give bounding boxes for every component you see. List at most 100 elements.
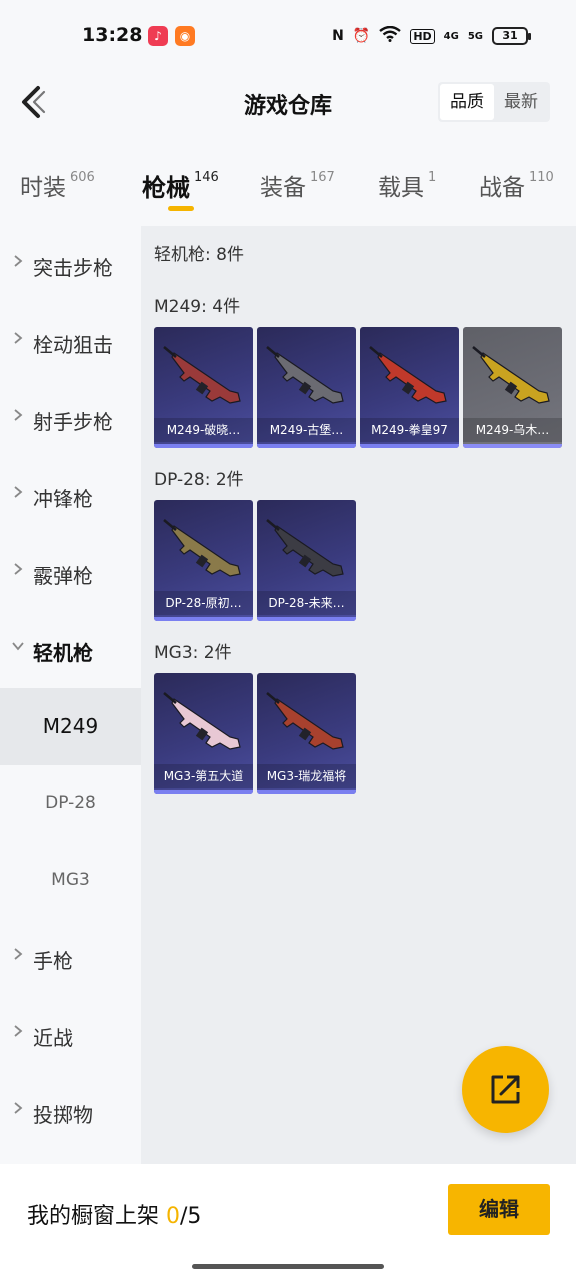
item-card-label: MG3-瑞龙福将 (257, 764, 356, 788)
chevron-right-icon (14, 948, 23, 960)
item-card-label: DP-28-未来… (257, 591, 356, 615)
item-card[interactable]: M249-拳皇97 (360, 327, 459, 448)
lmg-icon (266, 692, 344, 750)
gun-barrel (369, 346, 383, 358)
item-card[interactable]: M249-古堡… (257, 327, 356, 448)
sidebar-item-pistol[interactable]: 手枪 (0, 919, 141, 996)
gun-body (377, 352, 447, 404)
tab-battle-gear[interactable]: 战备 110 (479, 168, 554, 202)
sidebar-item-assault-rifle[interactable]: 突击步枪 (0, 226, 141, 303)
lmg-icon (163, 346, 241, 404)
sidebar-item-bolt-sniper[interactable]: 栓动狙击 (0, 303, 141, 380)
sidebar: 突击步枪 栓动狙击 射手步枪 冲锋枪 霰弹枪 轻机枪 M249 DP-28 MG… (0, 226, 141, 1164)
status-time: 13:28 (82, 24, 143, 46)
rarity-bar (360, 444, 459, 448)
gun-body (171, 698, 241, 750)
sidebar-item-label: 冲锋枪 (33, 487, 93, 511)
sidebar-subitem-label: DP-28 (45, 793, 96, 813)
item-card[interactable]: DP-28-未来… (257, 500, 356, 621)
signal-4g-icon: 4G (443, 30, 459, 42)
status-bar: 13:28 ♪ ◉ N ⏰ HD 4G 5G 31 (0, 0, 576, 62)
battery-icon: 31 (492, 27, 531, 45)
gun-body (274, 525, 344, 577)
item-card[interactable]: M249-乌木… (463, 327, 562, 448)
sort-option-newest[interactable]: 最新 (494, 84, 548, 120)
sidebar-item-label: 轻机枪 (33, 641, 93, 665)
rarity-bar (257, 444, 356, 448)
rarity-bar (154, 790, 253, 794)
gun-barrel (163, 346, 177, 358)
sidebar-subitem-mg3[interactable]: MG3 (0, 842, 141, 919)
tab-count: 167 (310, 170, 335, 185)
tab-equipment[interactable]: 装备 167 (260, 168, 335, 202)
sidebar-item-label: 投掷物 (33, 1103, 93, 1127)
gun-barrel (266, 692, 280, 704)
music-app-icon: ♪ (148, 26, 168, 46)
sort-option-quality[interactable]: 品质 (440, 84, 494, 120)
item-card[interactable]: DP-28-原初… (154, 500, 253, 621)
lmg-icon (266, 519, 344, 577)
chevron-right-icon (14, 486, 23, 498)
chevron-right-icon (14, 563, 23, 575)
sidebar-subitem-dp28[interactable]: DP-28 (0, 765, 141, 842)
lmg-icon (266, 346, 344, 404)
tab-label: 战备 (479, 175, 525, 201)
rarity-bar (154, 444, 253, 448)
rarity-bar (257, 617, 356, 621)
item-card-label: M249-乌木… (463, 418, 562, 442)
sidebar-item-marksman-rifle[interactable]: 射手步枪 (0, 380, 141, 457)
category-summary: 轻机枪: 8件 (154, 245, 244, 265)
sidebar-subitem-label: MG3 (51, 870, 90, 890)
tab-guns[interactable]: 枪械 146 (142, 168, 219, 203)
tab-label: 枪械 (142, 174, 190, 202)
tab-fashion[interactable]: 时装 606 (20, 168, 95, 202)
gun-barrel (163, 519, 177, 531)
showcase-status: 我的橱窗上架 0/5 (27, 1198, 201, 1230)
item-card[interactable]: MG3-第五大道 (154, 673, 253, 794)
showcase-label: 我的橱窗上架 (27, 1204, 166, 1229)
sidebar-item-melee[interactable]: 近战 (0, 996, 141, 1073)
category-tabs: 时装 606 枪械 146 装备 167 载具 1 战备 110 (0, 144, 576, 226)
item-card-label: M249-破晓… (154, 418, 253, 442)
tab-label: 时装 (20, 175, 66, 201)
item-card[interactable]: MG3-瑞龙福将 (257, 673, 356, 794)
chevron-down-icon (12, 642, 24, 651)
sidebar-item-smg[interactable]: 冲锋枪 (0, 457, 141, 534)
gun-barrel (163, 692, 177, 704)
gun-barrel (266, 346, 280, 358)
lmg-icon (163, 519, 241, 577)
nfc-icon: N (332, 28, 344, 44)
item-card[interactable]: M249-破晓… (154, 327, 253, 448)
alarm-icon: ⏰ (352, 28, 371, 44)
chevron-right-icon (14, 1025, 23, 1037)
wifi-icon (379, 25, 402, 46)
chevron-right-icon (14, 409, 23, 421)
showcase-total: /5 (180, 1204, 202, 1229)
tab-vehicles[interactable]: 载具 1 (378, 168, 436, 202)
item-card-label: DP-28-原初… (154, 591, 253, 615)
home-indicator[interactable] (192, 1264, 384, 1269)
item-card-label: M249-古堡… (257, 418, 356, 442)
bottom-bar: 我的橱窗上架 0/5 编辑 (0, 1164, 576, 1280)
edit-button[interactable]: 编辑 (448, 1184, 550, 1235)
sidebar-item-label: 栓动狙击 (33, 333, 113, 357)
signal-5g-icon: 5G (467, 30, 483, 42)
active-tab-indicator (168, 206, 194, 211)
item-card-label: M249-拳皇97 (360, 418, 459, 442)
sidebar-item-throwable[interactable]: 投掷物 (0, 1073, 141, 1150)
sidebar-item-label: 手枪 (33, 949, 73, 973)
lmg-icon (472, 346, 550, 404)
tab-count: 146 (194, 170, 219, 185)
tab-label: 装备 (260, 175, 306, 201)
gun-barrel (266, 519, 280, 531)
sidebar-subitem-m249[interactable]: M249 (0, 688, 141, 765)
sidebar-item-shotgun[interactable]: 霰弹枪 (0, 534, 141, 611)
gun-body (171, 525, 241, 577)
status-indicators: N ⏰ HD 4G 5G 31 (332, 25, 531, 46)
share-fab-button[interactable] (462, 1046, 549, 1133)
hd-icon: HD (410, 28, 435, 44)
tab-label: 载具 (378, 175, 424, 201)
sidebar-item-lmg[interactable]: 轻机枪 (0, 611, 141, 688)
video-app-icon: ◉ (175, 26, 195, 46)
lmg-icon (163, 692, 241, 750)
